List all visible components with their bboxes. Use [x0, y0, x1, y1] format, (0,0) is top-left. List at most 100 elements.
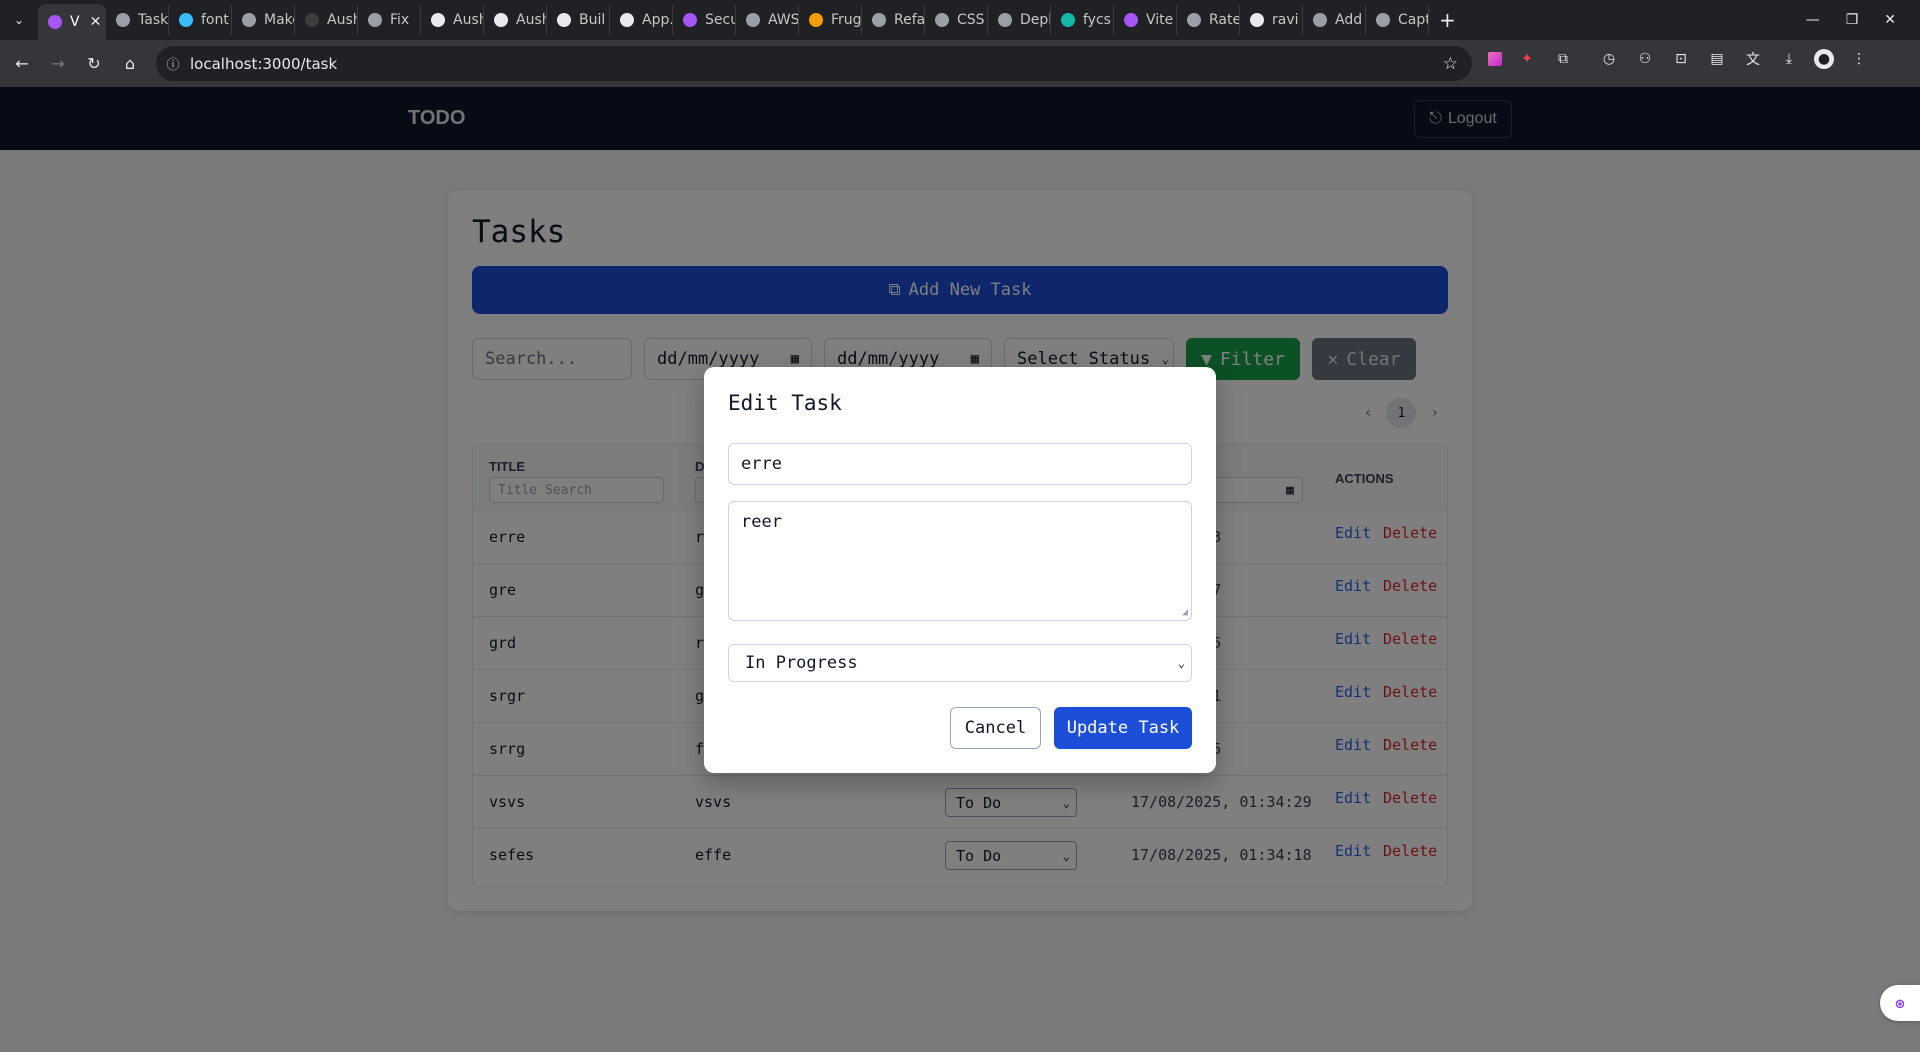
puzzle-icon[interactable]: ⧉ [1552, 48, 1574, 70]
browser-tab[interactable]: fycs [1051, 5, 1114, 35]
tab-favicon-icon [494, 13, 508, 27]
profile-avatar[interactable]: ● [1814, 49, 1834, 69]
tab-label: Secu [705, 12, 736, 28]
tab-favicon-icon [1376, 13, 1390, 27]
extension-icon[interactable]: ⚇ [1634, 48, 1656, 70]
tab-favicon-icon [809, 13, 823, 27]
browser-tab-bar: ⌄ V✕TaskfontMakeAushFixAushAushBuilApp.S… [0, 0, 1920, 40]
browser-tab[interactable]: font [169, 5, 232, 35]
history-icon[interactable]: ◷ [1598, 48, 1620, 70]
translate-icon[interactable]: 文 [1742, 48, 1764, 70]
bookmark-star-icon[interactable]: ☆ [1443, 54, 1458, 74]
tab-label: Refa [894, 12, 925, 28]
sidebar-icon[interactable]: ▤ [1706, 48, 1728, 70]
tab-label: Frug [831, 12, 862, 28]
download-icon[interactable]: ⤓ [1778, 48, 1800, 70]
task-title-input[interactable]: erre [728, 443, 1192, 485]
browser-tab[interactable]: Depl [988, 5, 1051, 35]
home-icon[interactable]: ⌂ [112, 46, 148, 82]
extension-icon[interactable] [1488, 52, 1502, 66]
back-icon[interactable]: ← [4, 46, 40, 82]
tab-favicon-icon [620, 13, 634, 27]
tab-favicon-icon [872, 13, 886, 27]
tab-favicon-icon [242, 13, 256, 27]
tab-favicon-icon [179, 13, 193, 27]
edit-task-modal: Edit Task erre reer ◢ In Progress ⌄ Canc… [704, 367, 1216, 773]
browser-tab[interactable]: CSS [925, 5, 988, 35]
tab-label: Capt [1398, 12, 1429, 28]
tab-favicon-icon [431, 13, 445, 27]
close-tab-icon[interactable]: ✕ [90, 14, 102, 30]
browser-tab[interactable]: Buil [547, 5, 610, 35]
tab-label: V [70, 14, 80, 30]
forward-icon[interactable]: → [40, 46, 76, 82]
browser-tab[interactable]: V ✕ [38, 4, 106, 40]
tab-favicon-icon [998, 13, 1012, 27]
tab-favicon-icon [746, 13, 760, 27]
floating-assistant-icon[interactable]: ⊛ [1880, 985, 1920, 1021]
browser-tab[interactable]: App. [610, 5, 673, 35]
tab-favicon-icon [368, 13, 382, 27]
tab-label: Buil [579, 12, 606, 28]
tab-favicon-icon [557, 13, 571, 27]
reload-icon[interactable]: ↻ [76, 46, 112, 82]
tab-favicon-icon [683, 13, 697, 27]
browser-tab[interactable]: Fix [358, 5, 421, 35]
new-tab-button[interactable]: + [1429, 8, 1466, 32]
tab-label: font [201, 12, 229, 28]
browser-tab[interactable]: Rate [1177, 5, 1240, 35]
tab-label: Depl [1020, 12, 1051, 28]
browser-tab[interactable]: Aush [295, 5, 358, 35]
tab-favicon-icon [48, 15, 62, 29]
tab-label: Aush [516, 12, 546, 28]
tab-favicon-icon [935, 13, 949, 27]
tab-label: AWS [768, 12, 799, 28]
browser-tab[interactable]: Frug [799, 5, 862, 35]
modal-backdrop[interactable] [0, 87, 1920, 150]
task-description-textarea[interactable]: reer ◢ [728, 501, 1192, 621]
window-controls: — ❐ ✕ [1806, 0, 1920, 40]
extension-icon[interactable]: ✦ [1516, 48, 1538, 70]
browser-tab[interactable]: ravi [1240, 5, 1303, 35]
site-info-icon[interactable]: ⓘ [156, 54, 190, 73]
tab-favicon-icon [1124, 13, 1138, 27]
tab-favicon-icon [1061, 13, 1075, 27]
browser-tab[interactable]: Add [1303, 5, 1366, 35]
browser-tab[interactable]: Secu [673, 5, 736, 35]
restore-icon[interactable]: ❐ [1846, 12, 1859, 28]
tab-label: fycs [1083, 12, 1111, 28]
menu-kebab-icon[interactable]: ⋮ [1848, 48, 1870, 70]
minimize-icon[interactable]: — [1806, 12, 1820, 28]
browser-tab[interactable]: Aush [484, 5, 547, 35]
tab-label: Rate [1209, 12, 1240, 28]
update-task-button[interactable]: Update Task [1054, 707, 1192, 749]
tab-label: Fix [390, 12, 410, 28]
url-text: localhost:3000/task [190, 54, 338, 73]
browser-tab[interactable]: Capt [1366, 5, 1429, 35]
address-bar[interactable]: ⓘ localhost:3000/task ☆ [156, 46, 1472, 81]
task-status-select[interactable]: In Progress ⌄ [728, 644, 1192, 682]
task-description-value: reer [741, 512, 782, 532]
browser-tab[interactable]: Aush [421, 5, 484, 35]
screenshot-icon[interactable]: ⊡ [1670, 48, 1692, 70]
browser-tab[interactable]: Refa [862, 5, 925, 35]
modal-title: Edit Task [728, 391, 842, 415]
browser-tab[interactable]: Vite [1114, 5, 1177, 35]
browser-tab[interactable]: Make [232, 5, 295, 35]
chevron-down-icon: ⌄ [1177, 656, 1185, 670]
cancel-button[interactable]: Cancel [950, 707, 1041, 749]
close-window-icon[interactable]: ✕ [1884, 12, 1896, 28]
browser-tab[interactable]: Task [106, 5, 169, 35]
browser-tab[interactable]: AWS [736, 5, 799, 35]
tab-favicon-icon [1250, 13, 1264, 27]
tab-label: App. [642, 12, 673, 28]
tab-favicon-icon [305, 13, 319, 27]
tab-label: Make [264, 12, 294, 28]
tab-label: Aush [453, 12, 483, 28]
resize-handle-icon[interactable]: ◢ [1182, 607, 1188, 618]
tab-label: ravi [1272, 12, 1299, 28]
tab-search-icon[interactable]: ⌄ [0, 0, 38, 40]
tab-label: Vite [1146, 12, 1174, 28]
browser-toolbar: ← → ↻ ⌂ ⓘ localhost:3000/task ☆ ✦ ⧉ ◷ ⚇ … [0, 40, 1920, 87]
tab-favicon-icon [116, 13, 130, 27]
